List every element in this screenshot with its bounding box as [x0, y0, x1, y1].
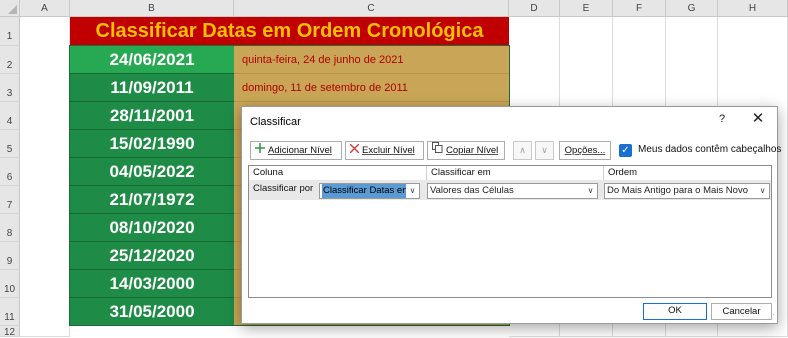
headers-checkbox[interactable]: ✓: [619, 144, 632, 157]
date-cell[interactable]: 11/09/2011: [70, 74, 234, 102]
long-date-cell[interactable]: domingo, 11 de setembro de 2011: [234, 74, 509, 102]
column-header-g[interactable]: G: [666, 0, 718, 17]
sort-levels-table: Coluna Classificar em Ordem Classificar …: [248, 165, 772, 298]
copy-level-label: Copiar Nível: [446, 145, 499, 156]
row-header-1[interactable]: 1: [0, 17, 20, 46]
column-select[interactable]: Classificar Datas en ∨: [319, 183, 420, 199]
header-order: Ordem: [608, 167, 638, 178]
add-level-label: Adicionar Nível: [268, 145, 332, 156]
row-header-8[interactable]: 8: [0, 214, 20, 242]
ok-button[interactable]: OK: [643, 303, 707, 320]
column-header-f[interactable]: F: [613, 0, 666, 17]
title-cell[interactable]: Classificar Datas em Ordem Cronológica: [70, 17, 509, 46]
long-date-cell[interactable]: quinta-feira, 24 de junho de 2021: [234, 46, 509, 74]
select-all-corner[interactable]: [0, 0, 20, 17]
row-header-11[interactable]: 11: [0, 298, 20, 326]
plus-icon: [255, 142, 265, 159]
sort-dialog: Classificar ? ✕ Adicionar Nível Excluir …: [241, 106, 781, 324]
copy-level-button[interactable]: Copiar Nível: [427, 141, 505, 160]
date-cell[interactable]: 14/03/2000: [70, 270, 234, 298]
cancel-button[interactable]: Cancelar: [711, 303, 772, 320]
date-cell[interactable]: 21/07/1972: [70, 186, 234, 214]
column-header-h[interactable]: H: [718, 0, 788, 17]
help-button[interactable]: ?: [719, 113, 725, 125]
column-header-e[interactable]: E: [560, 0, 613, 17]
row-header-9[interactable]: 9: [0, 242, 20, 270]
row-header-4[interactable]: 4: [0, 102, 20, 130]
column-header-b[interactable]: B: [70, 0, 234, 17]
row-header-10[interactable]: 10: [0, 270, 20, 298]
row-header-7[interactable]: 7: [0, 186, 20, 214]
date-cell[interactable]: 25/12/2020: [70, 242, 234, 270]
delete-level-button[interactable]: Excluir Nível: [345, 141, 424, 160]
date-cell[interactable]: 31/05/2000: [70, 298, 234, 326]
sort-on-value: Valores das Células: [430, 185, 514, 196]
row-header-2[interactable]: 2: [0, 46, 20, 74]
date-cell[interactable]: 28/11/2001: [70, 102, 234, 130]
date-cell[interactable]: 15/02/1990: [70, 130, 234, 158]
dialog-title: Classificar: [250, 116, 301, 128]
column-header-c[interactable]: C: [234, 0, 509, 17]
headers-checkbox-label[interactable]: Meus dados contêm cabeçalhos: [638, 144, 781, 155]
column-header-a[interactable]: A: [20, 0, 70, 17]
row-header-3[interactable]: 3: [0, 74, 20, 102]
sort-by-label: Classificar por: [253, 183, 314, 194]
delete-level-label: Excluir Nível: [362, 145, 415, 156]
date-cell[interactable]: 24/06/2021: [70, 46, 234, 74]
column-select-value: Classificar Datas en: [322, 184, 409, 198]
chevron-down-icon: ∨: [406, 184, 419, 198]
chevron-down-icon: ∨: [756, 184, 769, 198]
header-column: Coluna: [253, 167, 284, 178]
sort-on-select[interactable]: Valores das Células ∨: [427, 183, 598, 199]
copy-icon: [432, 142, 443, 159]
add-level-button[interactable]: Adicionar Nível: [250, 141, 342, 160]
date-cell[interactable]: 08/10/2020: [70, 214, 234, 242]
column-a-cells[interactable]: [20, 17, 70, 337]
move-up-button[interactable]: ∧: [513, 141, 532, 160]
options-label: Opções...: [564, 145, 606, 156]
column-header-d[interactable]: D: [509, 0, 560, 17]
row-header-12[interactable]: 12: [0, 326, 20, 338]
order-select[interactable]: Do Mais Antigo para o Mais Novo ∨: [604, 183, 770, 199]
row-header-6[interactable]: 6: [0, 158, 20, 186]
order-value: Do Mais Antigo para o Mais Novo: [607, 185, 748, 196]
x-icon: [349, 142, 360, 159]
close-button[interactable]: ✕: [749, 110, 767, 128]
move-down-button[interactable]: ∨: [535, 141, 554, 160]
chevron-down-icon: ∨: [584, 184, 597, 198]
options-button[interactable]: Opções...: [559, 141, 611, 160]
resize-grip-icon[interactable]: ⋰: [768, 314, 776, 322]
date-cell[interactable]: 04/05/2022: [70, 158, 234, 186]
row-header-5[interactable]: 5: [0, 130, 20, 158]
header-sort-on: Classificar em: [431, 167, 491, 178]
